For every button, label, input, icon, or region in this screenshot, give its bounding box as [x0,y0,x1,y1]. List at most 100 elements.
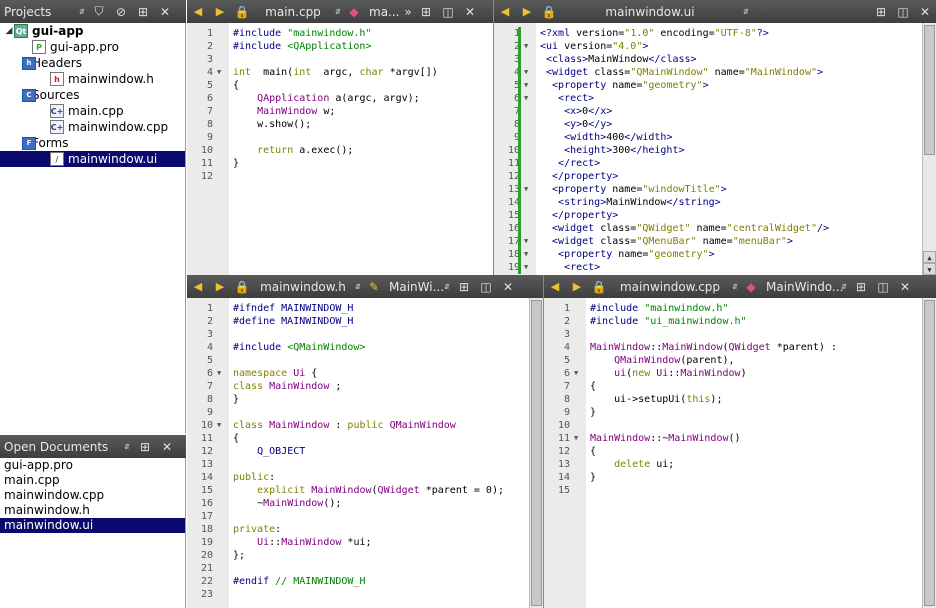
code-token: "QMenuBar" [636,236,697,247]
updown-icon[interactable]: ⇵ [740,0,752,23]
forward-icon[interactable]: ▶ [516,0,538,23]
fold-arrow-icon[interactable]: ▼ [524,92,528,105]
file-combo[interactable]: main.cpp [253,5,333,19]
scrollbar-thumb[interactable] [924,25,935,155]
open-document-item[interactable]: gui-app.pro [0,458,185,473]
back-icon[interactable]: ◀ [494,0,516,23]
fold-arrow-icon[interactable]: ▼ [524,79,528,92]
back-icon[interactable]: ◀ [187,0,209,23]
fold-arrow-icon[interactable]: ▼ [524,40,528,53]
back-icon[interactable]: ◀ [187,275,209,298]
code-line: QMainWindow(parent), [590,354,734,367]
tree-item-label: mainwindow.h [68,72,154,86]
tree-item[interactable]: h mainwindow.h [0,71,185,87]
split-icon[interactable]: ⊞ [453,275,475,298]
forward-icon[interactable]: ▶ [209,0,231,23]
scroll-up-icon[interactable]: ▲ [923,251,936,263]
split-icon[interactable]: ⊞ [870,0,892,23]
updown-icon[interactable]: ⇵ [838,275,850,298]
editor-toolbar-mainwindow-h: ◀ ▶ 🔒 mainwindow.h ⇵ ✎ MainWi... ⇵ ⊞ ◫ ✕ [187,275,543,298]
open-documents-list[interactable]: gui-app.pro main.cpp mainwindow.cpp mainwin… [0,458,186,608]
splitter[interactable] [543,275,544,608]
line-number: 15 [507,210,520,221]
updown-icon[interactable]: ⇵ [441,275,453,298]
fold-arrow-icon[interactable]: ▼ [524,235,528,248]
split-icon[interactable]: ⊞ [132,0,154,23]
close-icon[interactable]: ✕ [154,0,176,23]
code-area[interactable]: <?xml version="1.0" encoding="UTF-8"?> <u… [536,23,922,275]
code-area[interactable]: #include "mainwindow.h" #include <QApplic… [229,23,493,275]
split-icon[interactable]: ⊞ [850,275,872,298]
fold-arrow-icon[interactable]: ▼ [574,432,578,445]
scroll-down-icon[interactable]: ▼ [923,263,936,275]
code-area[interactable]: #ifndef MAINWINDOW_H #define MAINWINDOW_H… [229,298,529,608]
fold-arrow-icon[interactable]: ▼ [524,261,528,274]
symbol-combo[interactable]: MainWi... [385,280,444,294]
updown-icon[interactable]: ⇵ [333,0,343,23]
code-token: ~ [233,498,264,509]
fold-arrow-icon[interactable]: ▼ [524,248,528,261]
close-icon[interactable]: ✕ [156,435,178,458]
tree-item[interactable]: ◢CSources [0,87,185,103]
tree-item[interactable]: Pgui-app.pro [0,39,185,55]
fold-arrow-icon[interactable]: ▼ [217,367,221,380]
file-combo[interactable]: mainwindow.cpp [610,280,730,294]
back-icon[interactable]: ◀ [544,275,566,298]
fold-arrow-icon[interactable]: ▼ [524,66,528,79]
close-icon[interactable]: ✕ [459,0,481,23]
updown-icon[interactable]: ⇵ [76,0,88,23]
split-side-icon[interactable]: ◫ [872,275,894,298]
code-line: class MainWindow ; [233,380,341,393]
file-combo[interactable]: mainwindow.ui [560,5,740,19]
split-side-icon[interactable]: ◫ [892,0,914,23]
open-document-item[interactable]: mainwindow.ui [0,518,185,533]
tree-item[interactable]: ◢FForms [0,135,185,151]
tree-item[interactable]: C+ mainwindow.cpp [0,119,185,135]
updown-icon[interactable]: ⇵ [730,275,740,298]
split-icon[interactable]: ⊞ [134,435,156,458]
fold-arrow-icon[interactable]: ▼ [524,183,528,196]
split-side-icon[interactable]: ◫ [475,275,497,298]
split-side-icon[interactable]: ◫ [437,0,459,23]
scrollbar-thumb[interactable] [924,300,935,606]
file-combo[interactable]: mainwindow.h [253,280,353,294]
splitter[interactable] [493,0,494,275]
vertical-scrollbar[interactable]: ▲ ▼ [922,23,936,275]
open-document-item[interactable]: mainwindow.h [0,503,185,518]
editor-mainwindow-h[interactable]: 1 2 3 4 5 6 ▼ 7 8 9 10 ▼ 11 12 13 14 15 16 17 18 19 20 21 22 23 #… [187,298,543,608]
close-icon[interactable]: ✕ [894,275,916,298]
forward-icon[interactable]: ▶ [209,275,231,298]
tree-item[interactable]: / mainwindow.ui [0,151,185,167]
editor-mainwindow-cpp[interactable]: 1 2 3 4 5 6 ▼ 7 8 9 10 11 ▼ 12 13 14 15 #include "mainwin… [544,298,936,608]
code-token: public [347,420,384,431]
fold-arrow-icon[interactable]: ▼ [217,419,221,432]
split-icon[interactable]: ⊞ [415,0,437,23]
symbol-combo[interactable]: ma... [365,5,401,19]
close-icon[interactable]: ✕ [914,0,936,23]
editor-mainwindow-ui[interactable]: 1 2 ▼ 3 4 ▼ 5 ▼ 6 ▼ 7 8 9 10 11 12 13 ▼ 14 15 16 17 ▼ 18 ▼ 19 ▼ <?x… [494,23,936,275]
updown-icon[interactable]: ⇵ [353,275,363,298]
more-icon[interactable]: » [401,0,415,23]
open-document-item[interactable]: main.cpp [0,473,185,488]
tree-item[interactable]: C+ main.cpp [0,103,185,119]
fold-arrow-icon[interactable]: ▼ [217,66,221,79]
updown-icon[interactable]: ⇵ [120,435,134,458]
symbol-combo[interactable]: MainWindo... [762,280,843,294]
open-document-item[interactable]: mainwindow.cpp [0,488,185,503]
scrollbar-thumb[interactable] [531,300,542,606]
editor-main-cpp[interactable]: 1 2 3 4 ▼ 5 6 7 8 9 10 11 12 #include "mainwindow.h" #… [187,23,493,275]
expand-arrow-icon[interactable]: ◢ [4,26,14,36]
link-icon[interactable]: ⊘ [110,0,132,23]
project-tree[interactable]: ◢Qtgui-appPgui-app.pro◢hHeadershmainwind… [0,23,186,433]
tree-item[interactable]: ◢hHeaders [0,55,185,71]
filter-icon[interactable]: ⛉ [88,0,110,23]
code-area[interactable]: #include "mainwindow.h" #include "ui_main… [586,298,922,608]
vertical-scrollbar[interactable] [922,298,936,608]
fold-arrow-icon[interactable]: ▼ [574,367,578,380]
tree-item[interactable]: ◢ Qt gui-app [0,23,185,39]
vertical-scrollbar[interactable] [529,298,543,608]
close-icon[interactable]: ✕ [497,275,519,298]
forward-icon[interactable]: ▶ [566,275,588,298]
